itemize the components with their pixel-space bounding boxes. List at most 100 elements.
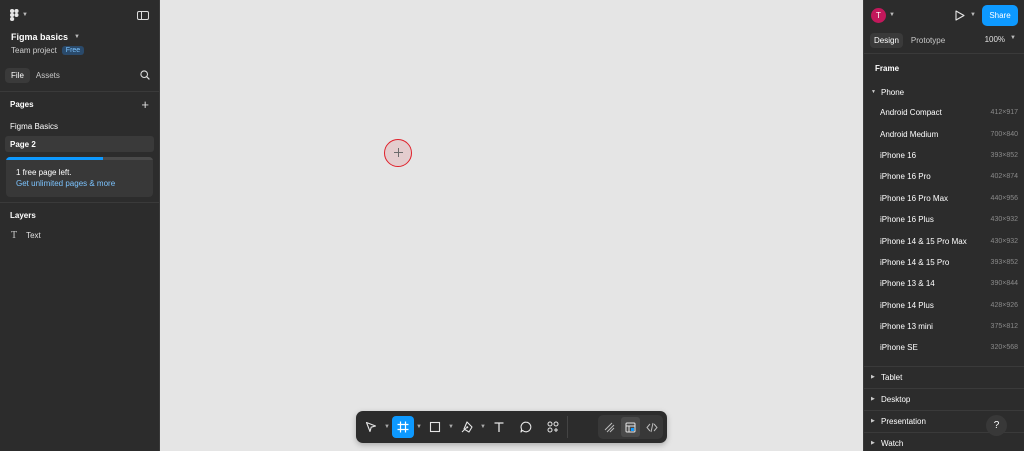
plan-badge[interactable]: Free <box>61 46 85 55</box>
toolbar-divider <box>567 416 568 438</box>
move-tool-icon[interactable] <box>360 416 382 438</box>
search-icon[interactable] <box>140 70 150 80</box>
page-item-figma-basics[interactable]: Figma Basics <box>5 118 154 134</box>
preset-name: Android Compact <box>880 108 942 118</box>
right-panel: T ▼ ▼ Share Design Prototype 100% ▼ Fram… <box>863 0 1024 451</box>
preset-name: iPhone 16 Pro <box>880 172 931 182</box>
actions-tool-icon[interactable] <box>542 416 564 438</box>
preset-name: iPhone 16 <box>880 150 917 160</box>
frame-preset-item[interactable]: Android Compact 412×917 <box>864 102 1024 123</box>
tab-prototype[interactable]: Prototype <box>907 33 949 48</box>
left-panel: ▼ Figma basics ▼ Team project Free File … <box>0 0 160 451</box>
preset-size: 393×852 <box>990 258 1018 266</box>
text-tool-icon[interactable] <box>488 416 510 438</box>
category-label: Desktop <box>881 394 911 404</box>
chevron-down-icon[interactable]: ▼ <box>889 12 895 18</box>
frame-preset-item[interactable]: iPhone 14 Plus 428×926 <box>864 295 1024 316</box>
preset-size: 412×917 <box>990 109 1018 117</box>
frame-tool-icon[interactable] <box>392 416 414 438</box>
preset-size: 390×844 <box>990 280 1018 288</box>
layer-item-text[interactable]: T Text <box>0 227 159 243</box>
preset-name: iPhone SE <box>880 343 918 353</box>
add-page-icon[interactable]: + <box>141 97 149 112</box>
chevron-down-icon[interactable]: ▼ <box>414 424 424 430</box>
preset-size: 700×840 <box>990 130 1018 138</box>
draw-mode-icon[interactable] <box>600 417 619 437</box>
mode-switcher <box>598 415 663 439</box>
pages-heading: Pages <box>10 99 34 109</box>
canvas[interactable] <box>160 0 863 451</box>
group-phone[interactable]: ▼ Phone <box>864 82 1024 102</box>
tab-assets[interactable]: Assets <box>30 68 66 83</box>
frame-preset-item[interactable]: iPhone 16 Plus 430×932 <box>864 209 1024 230</box>
caret-right-icon: ▶ <box>871 440 875 447</box>
chevron-down-icon[interactable]: ▼ <box>446 424 456 430</box>
frame-preset-item[interactable]: iPhone 14 & 15 Pro Max 430×932 <box>864 230 1024 251</box>
frame-preset-item[interactable]: iPhone 16 Pro 402×874 <box>864 166 1024 187</box>
pen-tool-icon[interactable] <box>456 416 478 438</box>
group-label: Phone <box>881 87 905 97</box>
frame-heading: Frame <box>875 63 900 73</box>
share-button[interactable]: Share <box>982 5 1018 26</box>
page-item-page-2[interactable]: Page 2 <box>5 136 154 152</box>
sidebar-toggle-icon[interactable] <box>137 10 149 20</box>
upsell-text: 1 free page left. <box>16 168 72 177</box>
help-button[interactable]: ? <box>986 415 1007 436</box>
frame-preset-item[interactable]: iPhone 13 & 14 390×844 <box>864 273 1024 294</box>
left-topbar: ▼ <box>0 0 159 30</box>
preset-size: 402×874 <box>990 173 1018 181</box>
frame-preset-item[interactable]: iPhone 16 393×852 <box>864 145 1024 166</box>
category-label: Tablet <box>881 372 903 382</box>
file-name[interactable]: Figma basics ▼ <box>0 30 159 42</box>
right-topbar: T ▼ ▼ Share <box>864 0 1024 30</box>
preset-name: iPhone 14 & 15 Pro <box>880 257 950 267</box>
page-label: Page 2 <box>10 139 36 149</box>
frame-preset-item[interactable]: iPhone 16 Pro Max 440×956 <box>864 188 1024 209</box>
upsell-link[interactable]: Get unlimited pages & more <box>16 179 115 188</box>
design-mode-icon[interactable] <box>621 417 640 437</box>
caret-right-icon: ▶ <box>871 396 875 403</box>
preset-name: iPhone 16 Pro Max <box>880 193 949 203</box>
team-name: Team project <box>11 46 57 55</box>
layers-header: Layers <box>0 203 159 227</box>
right-tabs: Design Prototype 100% ▼ <box>864 30 1024 50</box>
user-avatar[interactable]: T <box>871 7 886 23</box>
text-layer-icon: T <box>11 229 18 241</box>
zoom-control[interactable]: 100% ▼ <box>985 35 1016 44</box>
main-menu-button[interactable]: ▼ <box>10 9 28 21</box>
zoom-level: 100% <box>984 35 1006 44</box>
frame-preset-item[interactable]: iPhone 14 & 15 Pro 393×852 <box>864 252 1024 273</box>
preset-size: 393×852 <box>990 151 1018 159</box>
left-tabs: File Assets <box>0 66 159 84</box>
chevron-down-icon: ▼ <box>1010 35 1016 41</box>
tab-design[interactable]: Design <box>870 32 903 48</box>
chevron-down-icon[interactable]: ▼ <box>970 12 976 18</box>
caret-right-icon: ▶ <box>871 374 875 381</box>
preset-name: iPhone 16 Plus <box>880 215 934 225</box>
frame-preset-item[interactable]: Android Medium 700×840 <box>864 123 1024 144</box>
category-label: Presentation <box>881 416 926 426</box>
pages-header: Pages + <box>0 92 159 116</box>
preset-size: 375×812 <box>990 323 1018 331</box>
present-play-icon[interactable] <box>954 10 965 21</box>
frame-preset-item[interactable]: iPhone SE 320×568 <box>864 337 1024 358</box>
preset-size: 430×932 <box>990 216 1018 224</box>
layer-label: Text <box>26 230 41 240</box>
preset-name: iPhone 14 & 15 Pro Max <box>880 236 967 246</box>
caret-right-icon: ▶ <box>871 418 875 425</box>
comment-tool-icon[interactable] <box>515 416 537 438</box>
layers-heading: Layers <box>10 210 36 220</box>
frame-category-desktop[interactable]: ▶ Desktop <box>864 387 1024 410</box>
chevron-down-icon[interactable]: ▼ <box>382 424 392 430</box>
rectangle-tool-icon[interactable] <box>424 416 446 438</box>
team-row: Team project Free <box>0 42 159 55</box>
frame-category-list: ▶ Tablet ▶ Desktop ▶ Presentation ▶ Watch <box>864 365 1024 451</box>
chevron-down-icon[interactable]: ▼ <box>478 424 488 430</box>
tab-file[interactable]: File <box>5 67 30 83</box>
frame-category-tablet[interactable]: ▶ Tablet <box>864 365 1024 388</box>
chevron-down-icon: ▼ <box>22 12 28 18</box>
preset-size: 430×932 <box>990 237 1018 245</box>
frame-preset-item[interactable]: iPhone 13 mini 375×812 <box>864 316 1024 337</box>
caret-down-icon: ▼ <box>871 89 876 95</box>
dev-mode-icon[interactable] <box>642 417 661 437</box>
